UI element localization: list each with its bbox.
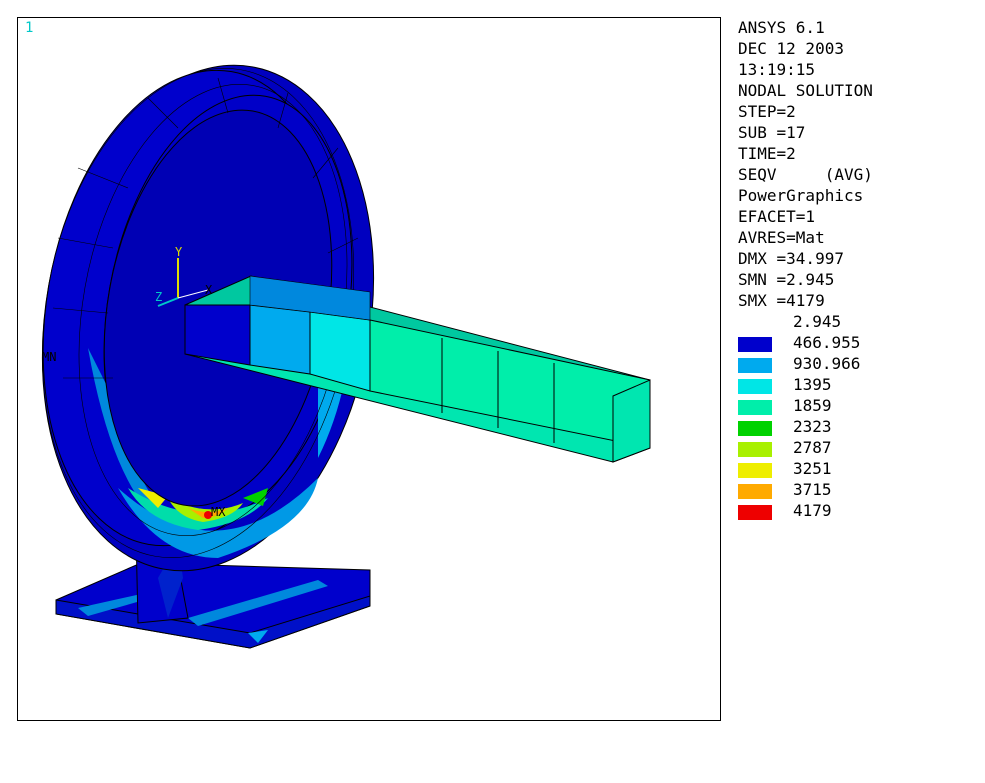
legend-swatch: [738, 358, 772, 373]
legend-entry: 1859: [738, 395, 978, 416]
info-line-efacet: EFACET=1: [738, 207, 816, 226]
legend-entry: 2323: [738, 416, 978, 437]
triad-x-label: X: [205, 283, 213, 297]
info-line-powergraphics: PowerGraphics: [738, 186, 864, 205]
legend-entry: 930.966: [738, 353, 978, 374]
info-line-time-value: TIME=2: [738, 144, 796, 163]
legend-entry: 4179: [738, 500, 978, 521]
max-marker-label: MX: [211, 505, 226, 519]
info-line-avres: AVRES=Mat: [738, 228, 825, 247]
legend-label: 3251: [793, 459, 832, 478]
info-line-sub: SUB =17: [738, 123, 806, 142]
info-line-smn: SMN =2.945: [738, 270, 835, 289]
legend-min-label: 2.945: [793, 312, 842, 331]
info-line-solution: NODAL SOLUTION: [738, 81, 873, 100]
legend-swatch: [738, 379, 772, 394]
info-line-smx: SMX =4179: [738, 291, 825, 310]
legend-label: 3715: [793, 480, 832, 499]
legend-entry: 3251: [738, 458, 978, 479]
legend-swatch: [738, 400, 772, 415]
info-line-time: 13:19:15: [738, 60, 816, 79]
legend-swatch: [738, 505, 772, 520]
triad-y-label: Y: [175, 245, 183, 259]
info-line-seqv: SEQV (AVG): [738, 165, 873, 184]
legend-label: 466.955: [793, 333, 861, 352]
legend-label: 2323: [793, 417, 832, 436]
window-number: 1: [25, 20, 34, 36]
info-line-title: ANSYS 6.1: [738, 18, 825, 37]
legend-swatch: [738, 484, 772, 499]
min-marker-label: MN: [42, 350, 57, 364]
info-line-step: STEP=2: [738, 102, 796, 121]
legend-entry: 466.955: [738, 332, 978, 353]
info-line-date: DEC 12 2003: [738, 39, 844, 58]
info-panel: ANSYS 6.1 DEC 12 2003 13:19:15 NODAL SOL…: [738, 17, 978, 311]
legend-label: 1395: [793, 375, 832, 394]
legend-entry: 1395: [738, 374, 978, 395]
legend-label: 2787: [793, 438, 832, 457]
legend-label: 4179: [793, 501, 832, 520]
legend-entry: 2787: [738, 437, 978, 458]
info-line-dmx: DMX =34.997: [738, 249, 844, 268]
legend-swatch: [738, 337, 772, 352]
base-plate: [55, 562, 371, 649]
graphics-viewport[interactable]: 1 Y Z X MN MX: [17, 17, 721, 721]
triad-z-label: Z: [155, 290, 163, 304]
legend-label: 1859: [793, 396, 832, 415]
legend-swatch: [738, 442, 772, 457]
legend-label: 930.966: [793, 354, 861, 373]
legend-swatch: [738, 463, 772, 478]
legend-entry: 3715: [738, 479, 978, 500]
legend-swatch: [738, 421, 772, 436]
fea-model-plot: [41, 64, 651, 649]
